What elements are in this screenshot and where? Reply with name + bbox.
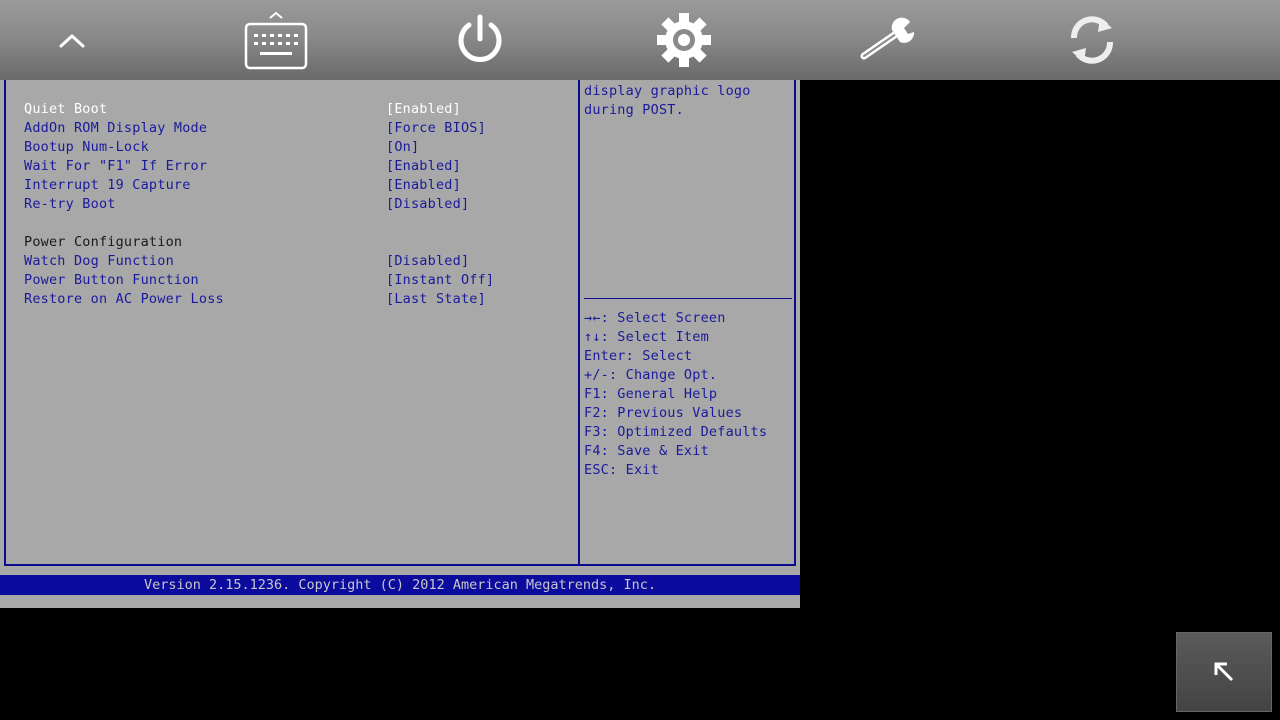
bios-screen: Quiet Boot [Enabled] AddOn ROM Display M…	[0, 80, 800, 608]
setting-bootup-num-lock[interactable]: Bootup Num-Lock [On]	[24, 138, 564, 157]
keyboard-icon	[244, 11, 308, 70]
setting-re-try-boot[interactable]: Re-try Boot [Disabled]	[24, 195, 564, 214]
setting-addon-rom-display-mode[interactable]: AddOn ROM Display Mode [Force BIOS]	[24, 119, 564, 138]
refresh-icon	[1071, 16, 1113, 64]
arrow-up-left-icon	[1214, 662, 1234, 682]
section-heading-power: Power Configuration	[24, 234, 183, 250]
setting-label: Restore on AC Power Loss	[24, 291, 224, 307]
key-help-f1: F1: General Help	[584, 386, 718, 402]
setting-label: Quiet Boot	[24, 101, 108, 117]
keyboard-button[interactable]	[236, 8, 316, 72]
key-help-list: →←: Select Screen ↑↓: Select Item Enter:…	[584, 309, 792, 480]
power-button[interactable]	[440, 8, 520, 72]
refresh-button[interactable]	[1052, 8, 1132, 72]
setting-value: [Enabled]	[386, 101, 461, 117]
help-divider	[584, 298, 792, 299]
setting-value: [Force BIOS]	[386, 120, 486, 136]
power-icon	[458, 14, 502, 62]
tools-button[interactable]	[848, 8, 928, 72]
collapse-toolbar-button[interactable]	[32, 8, 112, 72]
key-help-select-item: ↑↓: Select Item	[584, 329, 709, 345]
key-help-change-opt: +/-: Change Opt.	[584, 367, 718, 383]
setting-power-button-function[interactable]: Power Button Function [Instant Off]	[24, 271, 564, 290]
footer-strip	[0, 598, 800, 608]
setting-quiet-boot[interactable]: Quiet Boot [Enabled]	[24, 100, 564, 119]
setting-label: Watch Dog Function	[24, 253, 174, 269]
key-help-f4: F4: Save & Exit	[584, 443, 709, 459]
panel-divider	[578, 80, 580, 566]
key-help-enter: Enter: Select	[584, 348, 693, 364]
help-description: display graphic logo during POST.	[584, 82, 792, 120]
setting-value: [Disabled]	[386, 253, 470, 269]
expand-button[interactable]	[1176, 632, 1272, 712]
setting-restore-on-ac-power-loss[interactable]: Restore on AC Power Loss [Last State]	[24, 290, 564, 309]
key-help-f3: F3: Optimized Defaults	[584, 424, 768, 440]
setting-watch-dog-function[interactable]: Watch Dog Function [Disabled]	[24, 252, 564, 271]
setting-label: Re-try Boot	[24, 196, 116, 212]
key-help-select-screen: →←: Select Screen	[584, 310, 726, 326]
settings-button[interactable]	[644, 8, 724, 72]
setting-label: Wait For "F1" If Error	[24, 158, 208, 174]
setting-value: [Enabled]	[386, 177, 461, 193]
setting-label: Power Button Function	[24, 272, 199, 288]
setting-value: [Disabled]	[386, 196, 470, 212]
version-footer: Version 2.15.1236. Copyright (C) 2012 Am…	[0, 575, 800, 595]
setting-wait-for-f1[interactable]: Wait For "F1" If Error [Enabled]	[24, 157, 564, 176]
setting-value: [Instant Off]	[386, 272, 495, 288]
setting-label: Interrupt 19 Capture	[24, 177, 191, 193]
wrench-icon	[860, 17, 915, 60]
setting-value: [On]	[386, 139, 420, 155]
key-help-f2: F2: Previous Values	[584, 405, 743, 421]
setting-label: AddOn ROM Display Mode	[24, 120, 208, 136]
key-help-esc: ESC: Exit	[584, 462, 659, 478]
setting-label: Bootup Num-Lock	[24, 139, 149, 155]
help-description-line: during POST.	[584, 102, 684, 118]
help-description-line: display graphic logo	[584, 83, 751, 99]
gear-icon	[657, 13, 711, 67]
remote-toolbar	[0, 0, 1280, 80]
chevron-up-icon	[59, 34, 85, 48]
setting-value: [Last State]	[386, 291, 486, 307]
setting-value: [Enabled]	[386, 158, 461, 174]
setting-interrupt-19-capture[interactable]: Interrupt 19 Capture [Enabled]	[24, 176, 564, 195]
